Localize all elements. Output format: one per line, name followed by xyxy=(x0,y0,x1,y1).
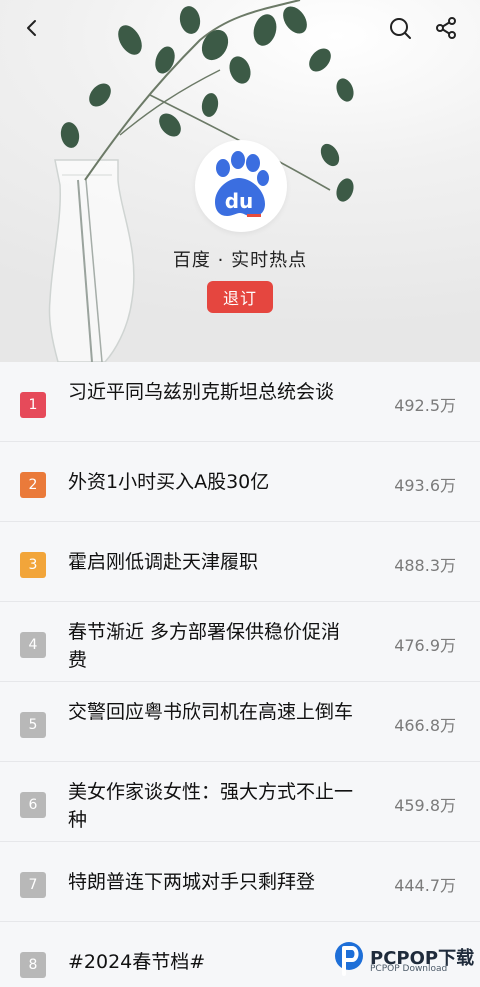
heat-count: 444.7万 xyxy=(394,876,456,895)
chevron-left-icon xyxy=(27,20,36,36)
item-title: 外资1小时买入A股30亿 xyxy=(68,471,270,493)
list-item[interactable]: 5 交警回应粤书欣司机在高速上倒车 466.8万 xyxy=(0,682,480,762)
top-bar xyxy=(0,0,480,56)
rank-badge: 3 xyxy=(20,552,46,578)
rank-badge: 7 xyxy=(20,872,46,898)
watermark-sub: PCPOP Download xyxy=(370,964,448,974)
list-item[interactable]: 1 习近平同乌兹别克斯坦总统会谈 492.5万 xyxy=(0,362,480,442)
list-item[interactable]: 4 春节渐近 多方部署保供稳价促消费 476.9万 xyxy=(0,602,480,682)
search-icon xyxy=(390,18,411,39)
rank-badge: 2 xyxy=(20,472,46,498)
item-title: 美女作家谈女性：强大方式不止一种 xyxy=(68,781,354,831)
rank-badge: 6 xyxy=(20,792,46,818)
subscription-page: du 百度 · 实时热点 退订 1 习近平同乌兹别克斯坦总统会谈 492.5万 … xyxy=(0,0,480,987)
rank-badge: 5 xyxy=(20,712,46,738)
heat-count: 459.8万 xyxy=(394,796,456,815)
item-title: 春节渐近 多方部署保供稳价促消费 xyxy=(68,621,341,671)
unsubscribe-button[interactable]: 退订 xyxy=(207,281,273,313)
item-title: #2024春节档# xyxy=(68,951,206,973)
list-item[interactable]: 7 特朗普连下两城对手只剩拜登 444.7万 xyxy=(0,842,480,922)
list-item[interactable]: 6 美女作家谈女性：强大方式不止一种 459.8万 xyxy=(0,762,480,842)
pcpop-logo-icon xyxy=(335,942,363,976)
back-button[interactable] xyxy=(14,10,50,46)
channel-avatar: du xyxy=(195,140,287,232)
heat-count: 466.8万 xyxy=(394,716,456,735)
site-watermark: PCPOP下载 PCPOP Download xyxy=(330,938,480,982)
header-banner: du 百度 · 实时热点 退订 xyxy=(0,0,480,362)
share-button[interactable] xyxy=(428,10,464,46)
list-item[interactable]: 3 霍启刚低调赴天津履职 488.3万 xyxy=(0,522,480,602)
item-title: 霍启刚低调赴天津履职 xyxy=(68,551,259,573)
item-title: 习近平同乌兹别克斯坦总统会谈 xyxy=(68,381,335,403)
hot-list: 1 习近平同乌兹别克斯坦总统会谈 492.5万 2 外资1小时买入A股30亿 4… xyxy=(0,362,480,987)
list-item[interactable]: 2 外资1小时买入A股30亿 493.6万 xyxy=(0,442,480,522)
heat-count: 488.3万 xyxy=(394,556,456,575)
item-title: 交警回应粤书欣司机在高速上倒车 xyxy=(68,701,354,723)
search-button[interactable] xyxy=(382,10,418,46)
rank-badge: 8 xyxy=(20,952,46,978)
rank-badge: 4 xyxy=(20,632,46,658)
logo-text: du xyxy=(225,189,254,213)
rank-badge: 1 xyxy=(20,392,46,418)
heat-count: 493.6万 xyxy=(394,476,456,495)
heat-count: 476.9万 xyxy=(394,636,456,655)
baidu-logo-icon: du xyxy=(215,151,269,217)
share-icon xyxy=(436,17,456,39)
channel-title: 百度 · 实时热点 xyxy=(172,250,308,271)
item-title: 特朗普连下两城对手只剩拜登 xyxy=(68,871,316,893)
heat-count: 492.5万 xyxy=(394,396,456,415)
